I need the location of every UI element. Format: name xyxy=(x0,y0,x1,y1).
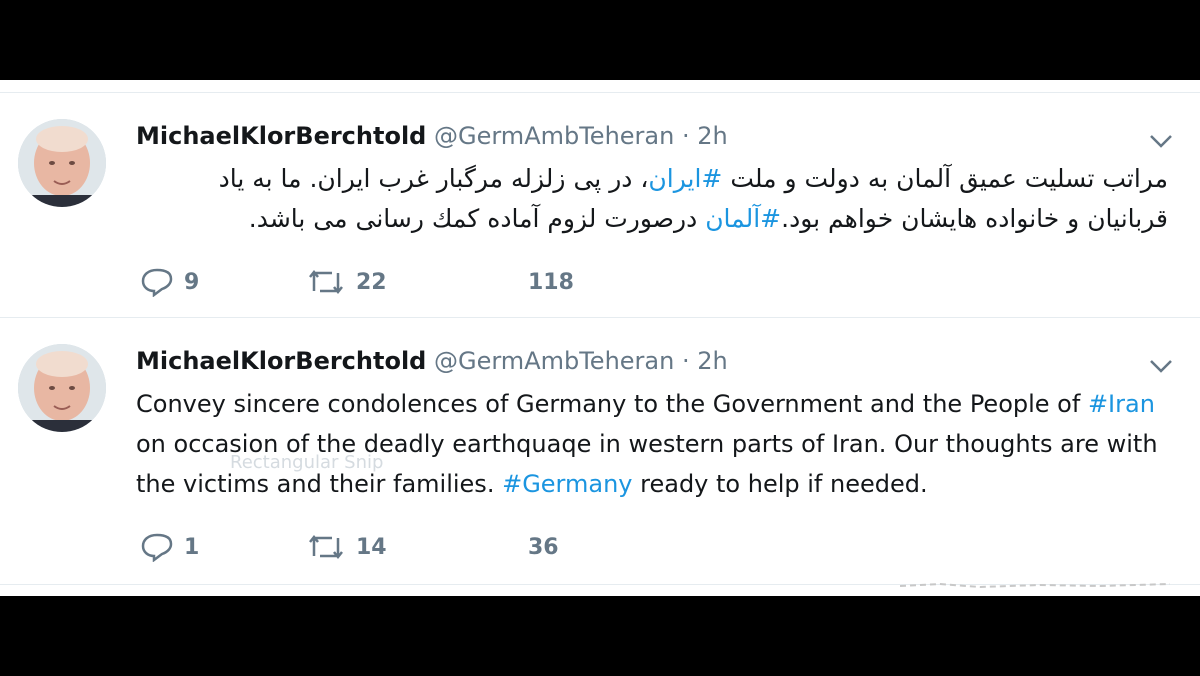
tweet-text-part: Convey sincere condolences of Germany to… xyxy=(136,390,1088,418)
retweet-count: 14 xyxy=(356,534,387,560)
like-button[interactable]: 36 xyxy=(528,530,559,564)
tweet-time[interactable]: 2h xyxy=(697,347,727,375)
reply-count: 9 xyxy=(184,269,200,295)
tweet-card-farsi[interactable]: MichaelKlorBerchtold @GermAmbTeheran · 2… xyxy=(0,92,1200,318)
author-name[interactable]: MichaelKlorBerchtold xyxy=(136,347,426,375)
retweet-icon xyxy=(309,269,343,295)
tweet-header: MichaelKlorBerchtold @GermAmbTeheran · 2… xyxy=(136,121,728,151)
like-count: 118 xyxy=(528,269,574,295)
reply-icon xyxy=(141,533,173,562)
avatar[interactable] xyxy=(18,119,106,207)
like-count: 36 xyxy=(528,534,559,560)
author-handle[interactable]: @GermAmbTeheran xyxy=(434,347,674,375)
tweet-text-part: درصورت لزوم آماده کمك رسانی می باشد. xyxy=(248,204,706,233)
hashtag-link[interactable]: #Iran xyxy=(1088,390,1155,418)
retweet-button[interactable]: 14 xyxy=(306,530,387,564)
snip-watermark: Rectangular Snip xyxy=(230,452,384,473)
chevron-down-icon[interactable] xyxy=(1148,358,1174,374)
hashtag-link[interactable]: #ایران xyxy=(648,164,722,193)
author-name[interactable]: MichaelKlorBerchtold xyxy=(136,122,426,150)
hashtag-link[interactable]: #Germany xyxy=(502,470,632,498)
separator-dot: · xyxy=(681,122,690,150)
tweet-text: مراتب تسلیت عمیق آلمان به دولت و ملت #ای… xyxy=(136,159,1168,239)
like-button[interactable]: 118 xyxy=(528,265,574,299)
reply-button[interactable]: 9 xyxy=(140,265,199,299)
chevron-down-icon[interactable] xyxy=(1148,133,1174,149)
avatar[interactable] xyxy=(18,344,106,432)
tweet-text: Convey sincere condolences of Germany to… xyxy=(136,384,1186,504)
tweet-card-english[interactable]: MichaelKlorBerchtold @GermAmbTeheran · 2… xyxy=(0,318,1200,585)
retweet-icon xyxy=(309,534,343,560)
author-handle[interactable]: @GermAmbTeheran xyxy=(434,122,674,150)
tweet-text-part: ready to help if needed. xyxy=(632,470,928,498)
tweet-text-part: مراتب تسلیت عمیق آلمان به دولت و ملت xyxy=(722,164,1168,193)
tweet-header: MichaelKlorBerchtold @GermAmbTeheran · 2… xyxy=(136,346,728,376)
separator-dot: · xyxy=(681,347,690,375)
edge-artifact xyxy=(900,582,1170,589)
tweet-time[interactable]: 2h xyxy=(697,122,727,150)
reply-button[interactable]: 1 xyxy=(140,530,199,564)
reply-count: 1 xyxy=(184,534,200,560)
reply-icon xyxy=(141,268,173,297)
retweet-button[interactable]: 22 xyxy=(306,265,387,299)
twitter-feed-screenshot: MichaelKlorBerchtold @GermAmbTeheran · 2… xyxy=(0,80,1200,596)
hashtag-link[interactable]: #آلمان xyxy=(705,204,781,233)
retweet-count: 22 xyxy=(356,269,387,295)
